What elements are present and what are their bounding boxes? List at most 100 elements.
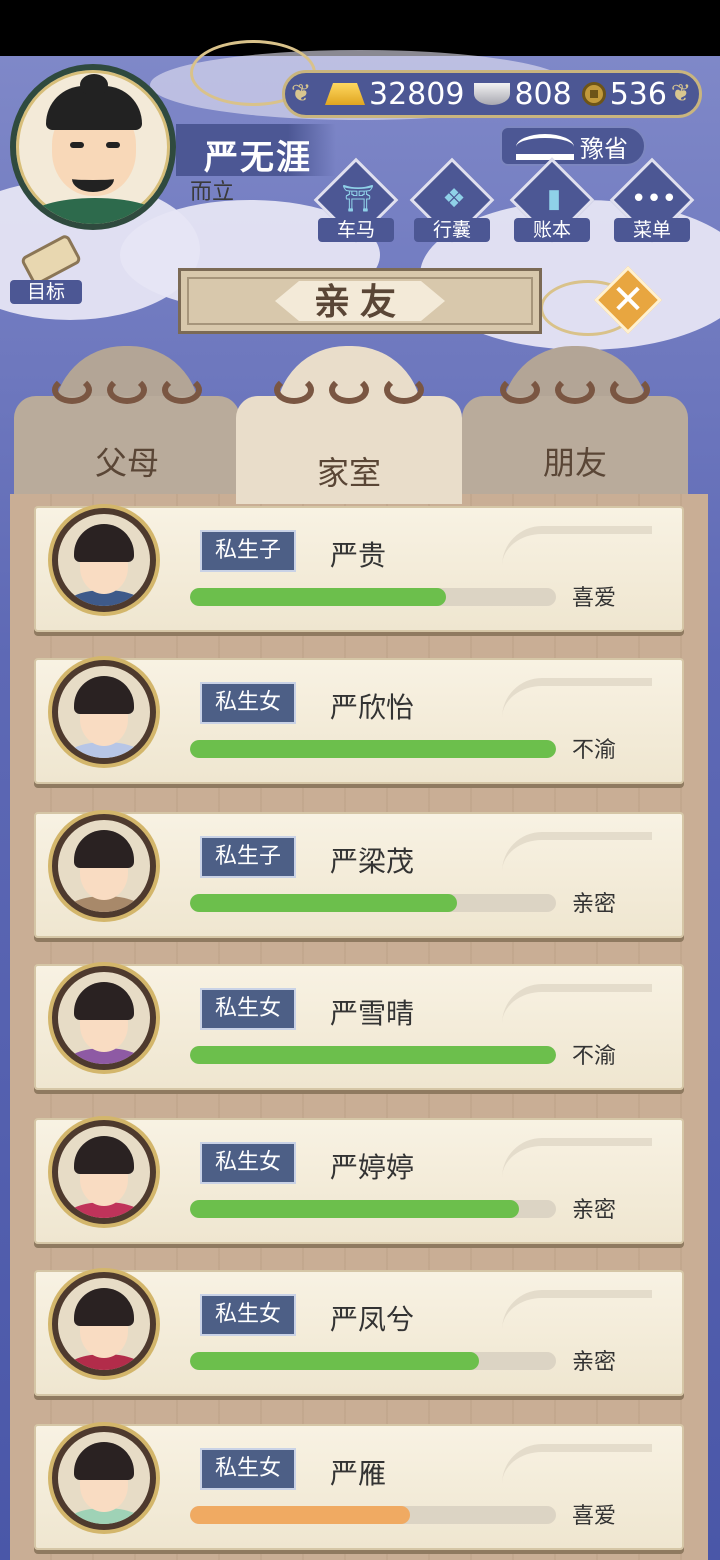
- portrait-hair: [74, 830, 134, 868]
- cloud-pattern: [502, 1138, 652, 1186]
- tab-family[interactable]: 家室: [236, 346, 462, 504]
- relation-card[interactable]: 私生女 严雪晴 不渝: [34, 964, 684, 1090]
- province-label: 豫省: [580, 134, 628, 163]
- close-icon: ✕: [611, 277, 645, 323]
- silver-ingot-icon: [474, 83, 511, 105]
- relative-name: 严雪晴: [330, 997, 415, 1030]
- affinity-bar: [190, 1352, 556, 1370]
- affinity-bar: [190, 1046, 556, 1064]
- province-button[interactable]: 豫省: [500, 126, 646, 166]
- relative-portrait[interactable]: [52, 1120, 156, 1224]
- relation-badge: 私生子: [200, 530, 296, 572]
- portrait-hair: [74, 1288, 134, 1326]
- relation-badge: 私生女: [200, 1142, 296, 1184]
- affinity-bar: [190, 740, 556, 758]
- relative-name: 严凤兮: [330, 1303, 415, 1336]
- bamboo-left-icon: ❦: [291, 79, 312, 107]
- affinity-bar: [190, 1506, 556, 1524]
- affinity-bar: [190, 588, 556, 606]
- cloud-pattern: [502, 678, 652, 726]
- menu-label: 行囊: [414, 218, 490, 242]
- affinity-status: 亲密: [572, 892, 617, 917]
- relation-card[interactable]: 私生女 严雁喜爱: [34, 1424, 684, 1550]
- avatar-eye-right: [106, 142, 120, 148]
- tab-label: 家室: [316, 454, 381, 492]
- menu-button-more[interactable]: ••• 菜单: [609, 157, 695, 244]
- silver-counter: 808: [474, 77, 572, 112]
- relative-name: 严欣怡: [330, 691, 415, 724]
- relation-card[interactable]: 私生子 严梁茂亲密: [34, 812, 684, 938]
- relative-portrait[interactable]: [52, 660, 156, 764]
- page-title-banner: 亲友: [178, 268, 542, 334]
- affinity-status: 喜爱: [572, 1504, 617, 1529]
- affinity-status: 亲密: [572, 1198, 617, 1223]
- relative-portrait[interactable]: [52, 814, 156, 918]
- copper-counter: 536: [581, 76, 667, 112]
- cloud-pattern: [502, 526, 652, 574]
- relative-portrait[interactable]: [52, 1272, 156, 1376]
- affinity-bar: [190, 1200, 556, 1218]
- close-button[interactable]: ✕: [594, 266, 662, 334]
- gold-counter: 32809: [325, 77, 464, 112]
- page-title: 亲友: [313, 282, 406, 323]
- relative-name: 严梁茂: [330, 845, 415, 878]
- bag-icon: ❖: [442, 184, 466, 214]
- cloud-swirl-icon: [52, 376, 202, 410]
- cloud-swirl-icon: [500, 376, 650, 410]
- avatar-beard: [72, 166, 114, 192]
- portrait-hair: [74, 1442, 134, 1480]
- relative-portrait[interactable]: [52, 1426, 156, 1530]
- tab-label: 朋友: [542, 444, 607, 482]
- goal-button[interactable]: 目标: [10, 233, 86, 304]
- menu-label: 账本: [514, 218, 590, 242]
- affinity-status: 喜爱: [572, 586, 617, 611]
- player-age-title: 而立: [190, 180, 235, 205]
- menu-label: 菜单: [614, 218, 690, 242]
- scroll-icon: [19, 233, 83, 287]
- relation-card[interactable]: 私生女 严婷婷亲密: [34, 1118, 684, 1244]
- relation-card[interactable]: 私生子 严贵 喜爱: [34, 506, 684, 632]
- cloud-pattern: [502, 984, 652, 1032]
- affinity-bar-fill: [190, 1046, 556, 1064]
- relation-badge: 私生女: [200, 1294, 296, 1336]
- menu-label: 车马: [318, 218, 394, 242]
- tab-parents[interactable]: 父母: [14, 346, 240, 504]
- copper-coin-icon: [581, 82, 606, 106]
- carriage-icon: ⛩: [341, 184, 375, 214]
- relation-badge: 私生女: [200, 1448, 296, 1490]
- affinity-bar-fill: [190, 588, 447, 606]
- relation-card[interactable]: 私生女 严欣怡 不渝: [34, 658, 684, 784]
- relative-name: 严婷婷: [330, 1151, 415, 1184]
- more-icon: •••: [631, 184, 678, 214]
- affinity-bar-fill: [190, 1352, 480, 1370]
- relative-portrait[interactable]: [52, 508, 156, 612]
- tab-friends[interactable]: 朋友: [462, 346, 688, 504]
- relation-badge: 私生子: [200, 836, 296, 878]
- cloud-pattern: [502, 832, 652, 880]
- portrait-hair: [74, 1136, 134, 1174]
- cloud-pattern: [502, 1444, 652, 1492]
- player-avatar[interactable]: [10, 64, 176, 230]
- affinity-bar-fill: [190, 894, 458, 912]
- cloud-pattern: [502, 1290, 652, 1338]
- menu-button-carriage[interactable]: ⛩ 车马: [313, 157, 399, 244]
- affinity-status: 不渝: [572, 738, 617, 763]
- relative-portrait[interactable]: [52, 966, 156, 1070]
- affinity-bar: [190, 894, 556, 912]
- relative-name: 严雁: [330, 1457, 387, 1490]
- tab-label: 父母: [94, 444, 159, 482]
- portrait-hair: [74, 524, 134, 562]
- gold-amount: 32809: [369, 76, 465, 112]
- avatar-eye-left: [70, 142, 84, 148]
- affinity-status: 不渝: [572, 1044, 617, 1069]
- province-hat-icon: [516, 134, 574, 160]
- copper-amount: 536: [609, 76, 667, 112]
- game-screen: 严无涯 而立 ❦ 32809 808 536 ❦ 豫省 ⛩ 车马 ❖ 行囊 ▮ …: [0, 0, 720, 1560]
- menu-button-bag[interactable]: ❖ 行囊: [409, 157, 495, 244]
- affinity-bar-fill: [190, 1200, 520, 1218]
- portrait-hair: [74, 982, 134, 1020]
- status-bar: [0, 0, 720, 56]
- menu-button-ledger[interactable]: ▮ 账本: [509, 157, 595, 244]
- currency-bar: ❦ 32809 808 536 ❦: [282, 70, 702, 118]
- relation-card[interactable]: 私生女 严凤兮 亲密: [34, 1270, 684, 1396]
